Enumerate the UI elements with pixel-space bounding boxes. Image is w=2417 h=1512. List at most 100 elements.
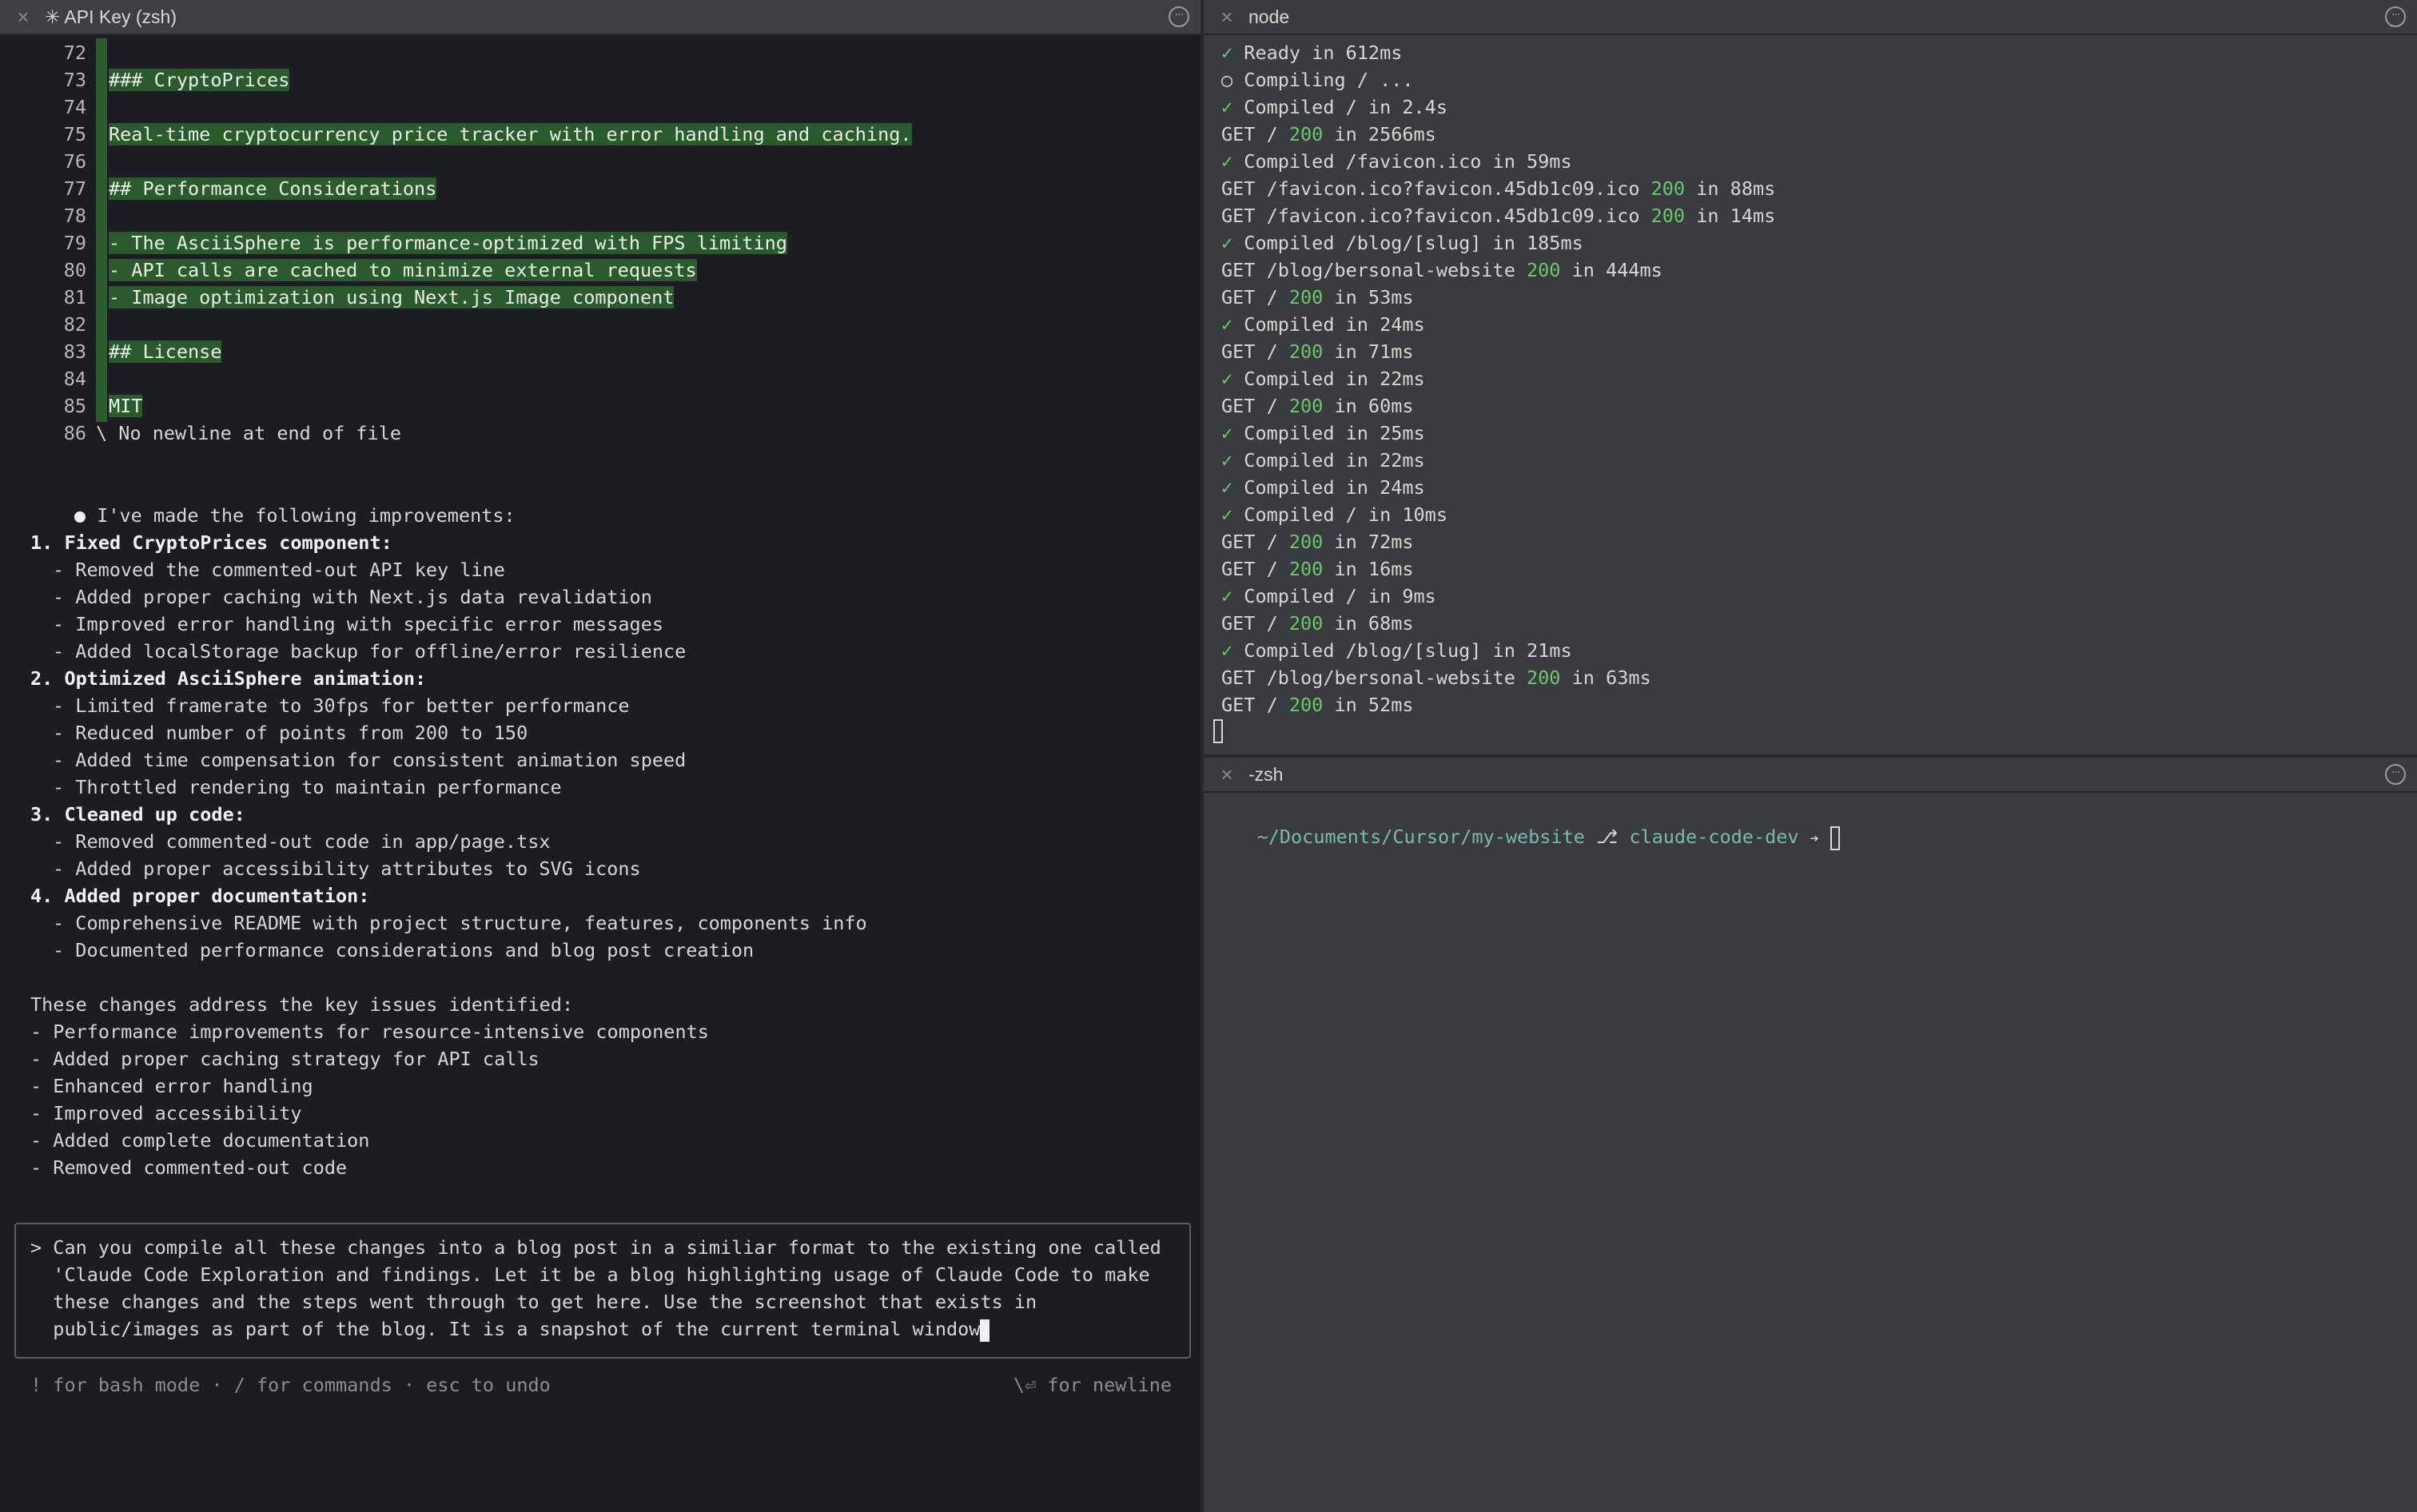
change-item: - Improved accessibility xyxy=(30,1102,302,1124)
request-time: in 444ms xyxy=(1560,259,1662,281)
request-path: GET /favicon.ico?favicon.45db1c09.ico xyxy=(1221,177,1651,200)
diff-text: \ No newline at end of file xyxy=(96,422,402,444)
request-time: in 72ms xyxy=(1323,531,1414,553)
more-options-icon[interactable]: ··· xyxy=(2385,764,2406,785)
diff-view: 72 73 ### CryptoPrices 74 75 Real-time crypto… xyxy=(0,39,1199,447)
request-path: GET /blog/bersonal-website xyxy=(1221,259,1527,281)
section-item: - Throttled rendering to maintain perfor… xyxy=(53,776,562,798)
check-icon: ✓ xyxy=(1221,585,1244,607)
check-icon: ✓ xyxy=(1221,639,1244,662)
line-number: 84 xyxy=(63,368,86,390)
changes-list: - Performance improvements for resource-… xyxy=(0,1018,1199,1181)
log-text: Compiled /favicon.ico in 59ms xyxy=(1244,150,1572,173)
terminal-cursor xyxy=(1213,719,1223,743)
status-code: 200 xyxy=(1288,340,1324,363)
diff-line: 76 xyxy=(0,148,1199,175)
status-code: 200 xyxy=(1527,666,1561,689)
request-path: GET / xyxy=(1221,340,1289,363)
zsh-tab-title: -zsh xyxy=(1248,763,1284,785)
line-number: 78 xyxy=(63,205,86,227)
zsh-prompt[interactable]: ~/Documents/Cursor/my-website ⎇ claude-c… xyxy=(1212,796,1840,850)
request-time: in 14ms xyxy=(1685,205,1776,227)
section-item: - Limited framerate to 30fps for better … xyxy=(53,694,630,717)
input-hint-left: ! for bash mode · / for commands · esc t… xyxy=(30,1374,551,1396)
check-icon: ✓ xyxy=(1221,368,1244,390)
status-code: 200 xyxy=(1288,531,1324,553)
request-time: in 63ms xyxy=(1560,666,1651,689)
log-line: GET / 200 in 60ms xyxy=(1221,392,2404,420)
diff-line: 80 - API calls are cached to minimize ext… xyxy=(0,257,1199,284)
prompt-text: Can you compile all these changes into a… xyxy=(53,1236,1161,1259)
line-number: 86 xyxy=(63,422,86,444)
log-line: GET / 200 in 68ms xyxy=(1221,610,2404,637)
diff-line: 81 - Image optimization using Next.js Ima… xyxy=(0,284,1199,311)
improvement-sections: 1. Fixed CryptoPrices component: - Remove… xyxy=(0,529,1199,964)
spinner-icon: ○ xyxy=(1221,69,1244,91)
request-path: GET / xyxy=(1221,612,1289,635)
log-line: GET /blog/bersonal-website 200 in 444ms xyxy=(1221,257,2404,284)
status-code: 200 xyxy=(1650,177,1686,200)
left-tab-title: ✳ API Key (zsh) xyxy=(45,6,177,27)
line-number: 75 xyxy=(63,123,86,145)
line-number: 76 xyxy=(63,150,86,173)
log-text: Compiled in 25ms xyxy=(1244,422,1425,444)
section-title: 2. Optimized AsciiSphere animation: xyxy=(30,667,427,690)
log-text: Compiled in 24ms xyxy=(1244,313,1425,336)
more-options-icon[interactable]: ··· xyxy=(1169,6,1189,27)
request-time: in 71ms xyxy=(1323,340,1414,363)
status-code: 200 xyxy=(1288,694,1324,716)
diff-line: 83 ## License xyxy=(0,338,1199,365)
log-text: Compiled /blog/[slug] in 185ms xyxy=(1244,232,1583,254)
log-line: GET / 200 in 53ms xyxy=(1221,284,2404,311)
request-path: GET / xyxy=(1221,123,1289,145)
left-terminal-pane[interactable]: × ✳ API Key (zsh) ··· 72 73 ### CryptoPric… xyxy=(0,0,1201,1512)
terminal-cursor xyxy=(1830,826,1840,850)
log-line: GET / 200 in 2566ms xyxy=(1221,121,2404,148)
diff-text: ## License xyxy=(109,340,222,363)
diff-line: 73 ### CryptoPrices xyxy=(0,66,1199,94)
prompt-marker: > xyxy=(30,1236,54,1259)
request-time: in 68ms xyxy=(1323,612,1414,635)
section-item: - Documented performance considerations … xyxy=(53,939,755,961)
log-text: Compiled / in 2.4s xyxy=(1244,96,1447,118)
check-icon: ✓ xyxy=(1221,313,1244,336)
change-item: - Added proper caching strategy for API … xyxy=(30,1048,540,1070)
text-cursor xyxy=(980,1319,990,1342)
node-terminal-pane[interactable]: × node ··· ✓ Ready in 612ms ○ Compiling /… xyxy=(1204,0,2417,754)
section-item: - Added proper caching with Next.js data… xyxy=(53,586,652,608)
section-item: - Reduced number of points from 200 to 1… xyxy=(53,722,528,744)
log-text: Ready in 612ms xyxy=(1244,42,1403,64)
status-code: 200 xyxy=(1527,259,1561,281)
log-line: ✓ Compiled / in 2.4s xyxy=(1221,94,2404,121)
section-title: 4. Added proper documentation: xyxy=(30,885,370,907)
prompt-line: these changes and the steps went through… xyxy=(16,1288,1189,1315)
prompt-input[interactable]: > Can you compile all these changes into… xyxy=(16,1234,1189,1343)
section-item: - Added localStorage backup for offline/… xyxy=(53,640,687,662)
more-options-icon[interactable]: ··· xyxy=(2385,6,2406,27)
log-line: ✓ Compiled /favicon.ico in 59ms xyxy=(1221,148,2404,175)
check-icon: ✓ xyxy=(1221,232,1244,254)
zsh-terminal-pane[interactable]: × -zsh ··· ~/Documents/Cursor/my-website… xyxy=(1204,758,2417,1512)
log-line: GET /blog/bersonal-website 200 in 63ms xyxy=(1221,664,2404,691)
section-item: - Comprehensive README with project stru… xyxy=(53,912,867,934)
check-icon: ✓ xyxy=(1221,150,1244,173)
prompt-input-box[interactable]: > Can you compile all these changes into… xyxy=(14,1223,1191,1359)
log-text: Compiled /blog/[slug] in 21ms xyxy=(1244,639,1572,662)
close-icon[interactable]: × xyxy=(1216,764,1237,785)
changes-intro: These changes address the key issues ide… xyxy=(30,993,574,1016)
diff-text: - API calls are cached to minimize exter… xyxy=(109,259,697,281)
log-line: ✓ Compiled in 25ms xyxy=(1221,420,2404,447)
line-number: 77 xyxy=(63,177,86,200)
log-line: ✓ Ready in 612ms xyxy=(1221,39,2404,66)
check-icon: ✓ xyxy=(1221,476,1244,499)
close-icon[interactable]: × xyxy=(1216,6,1237,27)
line-number: 85 xyxy=(63,395,86,417)
status-code: 200 xyxy=(1288,395,1324,417)
summary-intro: I've made the following improvements: xyxy=(97,504,516,527)
node-tab-bar: × node ··· xyxy=(1204,0,2417,35)
status-code: 200 xyxy=(1288,123,1324,145)
close-icon[interactable]: × xyxy=(13,6,34,27)
diff-line: 77 ## Performance Considerations xyxy=(0,175,1199,202)
request-path: GET /favicon.ico?favicon.45db1c09.ico xyxy=(1221,205,1651,227)
diff-text: - The AsciiSphere is performance-optimiz… xyxy=(109,232,787,254)
